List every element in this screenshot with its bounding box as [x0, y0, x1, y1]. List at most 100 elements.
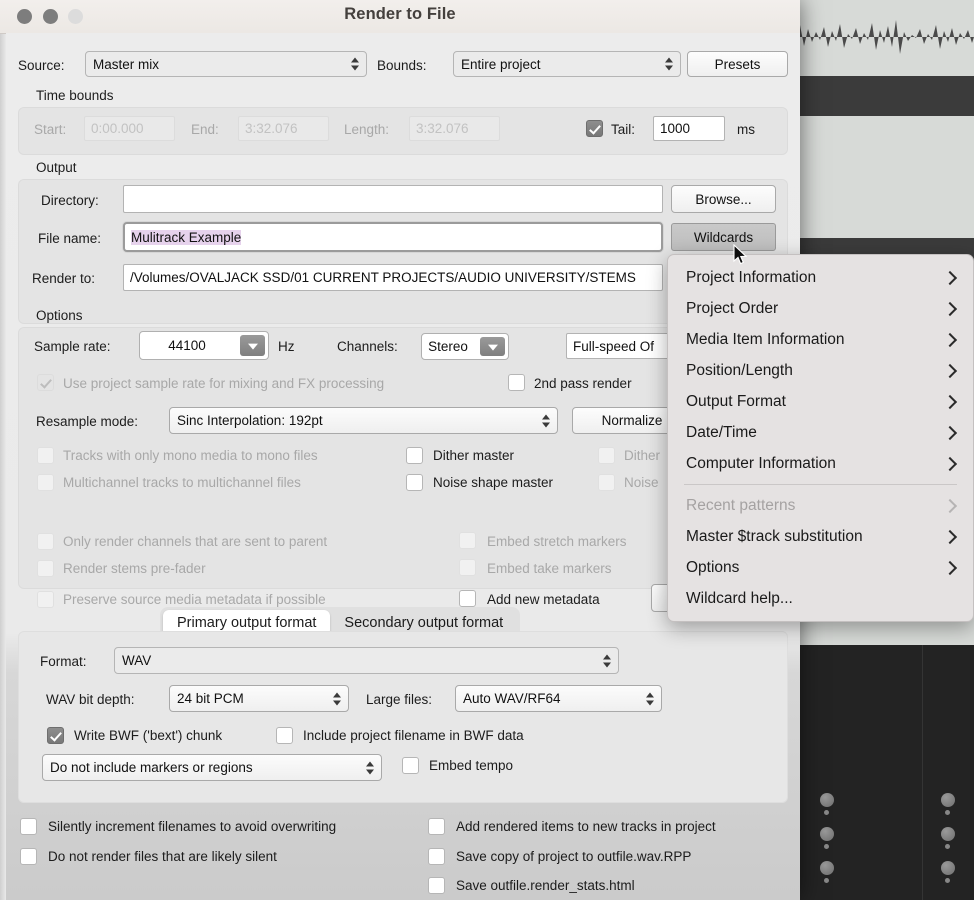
- menu-item-media-item-information[interactable]: Media Item Information: [668, 324, 973, 355]
- directory-label: Directory:: [41, 193, 99, 208]
- menu-item-recent-patterns: Recent patterns: [668, 490, 973, 521]
- silently-increment-checkbox[interactable]: [20, 818, 37, 835]
- format-label: Format:: [40, 654, 87, 669]
- resample-mode-select[interactable]: Sinc Interpolation: 192pt: [169, 407, 558, 434]
- format-value: WAV: [122, 653, 152, 668]
- embed-take-markers-label: Embed take markers: [487, 561, 612, 576]
- sample-rate-value: 44100: [168, 338, 206, 353]
- noise-shape-master-label: Noise shape master: [433, 475, 554, 490]
- bounds-select[interactable]: Entire project: [453, 51, 681, 77]
- add-rendered-items-checkbox[interactable]: [428, 818, 445, 835]
- menu-item-computer-information[interactable]: Computer Information: [668, 448, 973, 479]
- add-rendered-items-label: Add rendered items to new tracks in proj…: [456, 819, 716, 834]
- source-value: Master mix: [93, 56, 160, 72]
- embed-tempo-checkbox[interactable]: [402, 757, 419, 774]
- dither-master-label: Dither master: [433, 448, 515, 463]
- browse-button[interactable]: Browse...: [671, 185, 776, 213]
- filename-input[interactable]: Mulitrack Example: [123, 222, 663, 252]
- wildcards-button[interactable]: Wildcards: [671, 223, 776, 251]
- menu-item-output-format[interactable]: Output Format: [668, 386, 973, 417]
- embed-stretch-markers-checkbox[interactable]: [459, 532, 476, 549]
- channels-value: Stereo: [428, 339, 468, 354]
- include-project-filename-checkbox[interactable]: [276, 727, 293, 744]
- save-copy-project-label: Save copy of project to outfile.wav.RPP: [456, 849, 692, 864]
- tail-input[interactable]: 1000: [653, 116, 725, 141]
- add-new-metadata-checkbox[interactable]: [459, 590, 476, 607]
- multichannel-tracks-label: Multichannel tracks to multichannel file…: [63, 475, 301, 490]
- chevron-updown-icon: [351, 57, 360, 72]
- dither-master-checkbox[interactable]: [406, 447, 423, 464]
- save-copy-project-checkbox[interactable]: [428, 848, 445, 865]
- write-bwf-checkbox[interactable]: [47, 727, 64, 744]
- filename-label: File name:: [38, 231, 102, 246]
- menu-item-project-information[interactable]: Project Information: [668, 262, 973, 293]
- include-project-filename-label: Include project filename in BWF data: [303, 728, 524, 743]
- chevron-updown-icon: [665, 57, 674, 72]
- noise-shape-master-checkbox[interactable]: [406, 474, 423, 491]
- chevron-updown-icon: [603, 653, 612, 668]
- window-title: Render to File: [344, 5, 456, 23]
- markers-regions-select[interactable]: Do not include markers or regions: [42, 754, 382, 781]
- time-bounds-group-label: Time bounds: [36, 88, 114, 103]
- chevron-updown-icon: [646, 691, 655, 706]
- chevron-right-icon: [942, 456, 958, 471]
- noise-checkbox[interactable]: [598, 474, 615, 491]
- save-render-stats-checkbox[interactable]: [428, 877, 445, 894]
- markers-regions-value: Do not include markers or regions: [50, 760, 253, 775]
- directory-input[interactable]: [123, 185, 663, 213]
- presets-button[interactable]: Presets: [687, 51, 788, 77]
- bounds-label: Bounds:: [377, 58, 427, 73]
- chevron-down-icon[interactable]: [480, 337, 505, 356]
- start-input[interactable]: 0:00.000: [84, 116, 175, 141]
- multichannel-tracks-checkbox[interactable]: [37, 474, 54, 491]
- use-project-sample-rate-checkbox[interactable]: [37, 374, 54, 391]
- menu-item-wildcard-help[interactable]: Wildcard help...: [668, 583, 973, 614]
- tail-label: Tail:: [611, 122, 636, 137]
- format-select[interactable]: WAV: [114, 647, 619, 674]
- sample-rate-units-label: Hz: [278, 339, 295, 354]
- render-to-input[interactable]: /Volumes/OVALJACK SSD/01 CURRENT PROJECT…: [123, 264, 663, 291]
- menu-item-master-track-substitution[interactable]: Master $track substitution: [668, 521, 973, 552]
- add-new-metadata-label: Add new metadata: [487, 592, 600, 607]
- menu-item-label: Options: [686, 558, 740, 576]
- dither-checkbox[interactable]: [598, 447, 615, 464]
- channels-select[interactable]: Stereo: [421, 333, 509, 360]
- browse-button-label: Browse...: [695, 191, 752, 207]
- embed-take-markers-checkbox[interactable]: [459, 559, 476, 576]
- daw-track: [796, 0, 974, 77]
- titlebar[interactable]: Render to File: [0, 0, 800, 34]
- second-pass-render-checkbox[interactable]: [508, 374, 525, 391]
- chevron-right-icon: [942, 301, 958, 316]
- wildcards-button-label: Wildcards: [693, 229, 754, 245]
- bit-depth-select[interactable]: 24 bit PCM: [169, 685, 349, 712]
- preserve-metadata-checkbox[interactable]: [37, 591, 54, 608]
- chevron-down-icon[interactable]: [240, 335, 265, 356]
- source-select[interactable]: Master mix: [85, 51, 367, 77]
- menu-item-project-order[interactable]: Project Order: [668, 293, 973, 324]
- length-input[interactable]: 3:32.076: [409, 116, 500, 141]
- large-files-select[interactable]: Auto WAV/RF64: [455, 685, 662, 712]
- only-render-parent-label: Only render channels that are sent to pa…: [63, 534, 328, 549]
- source-label: Source:: [18, 58, 65, 73]
- do-not-render-silent-checkbox[interactable]: [20, 848, 37, 865]
- chevron-right-icon: [942, 270, 958, 285]
- wildcards-menu[interactable]: Project Information Project Order Media …: [667, 254, 974, 622]
- menu-item-date-time[interactable]: Date/Time: [668, 417, 973, 448]
- chevron-right-icon: [942, 332, 958, 347]
- tail-checkbox[interactable]: [586, 120, 603, 137]
- chevron-updown-icon: [542, 413, 551, 428]
- render-to-value: /Volumes/OVALJACK SSD/01 CURRENT PROJECT…: [130, 270, 636, 285]
- mono-media-checkbox[interactable]: [37, 447, 54, 464]
- menu-item-position-length[interactable]: Position/Length: [668, 355, 973, 386]
- chevron-updown-icon: [333, 691, 342, 706]
- render-stems-prefader-checkbox[interactable]: [37, 560, 54, 577]
- end-input[interactable]: 3:32.076: [238, 116, 329, 141]
- menu-item-options[interactable]: Options: [668, 552, 973, 583]
- save-render-stats-label: Save outfile.render_stats.html: [456, 878, 635, 893]
- bit-depth-value: 24 bit PCM: [177, 691, 244, 706]
- only-render-parent-checkbox[interactable]: [37, 533, 54, 550]
- menu-item-label: Master $track substitution: [686, 527, 863, 545]
- dither-label: Dither: [624, 448, 661, 463]
- sample-rate-select[interactable]: 44100: [139, 331, 269, 360]
- write-bwf-label: Write BWF ('bext') chunk: [74, 728, 223, 743]
